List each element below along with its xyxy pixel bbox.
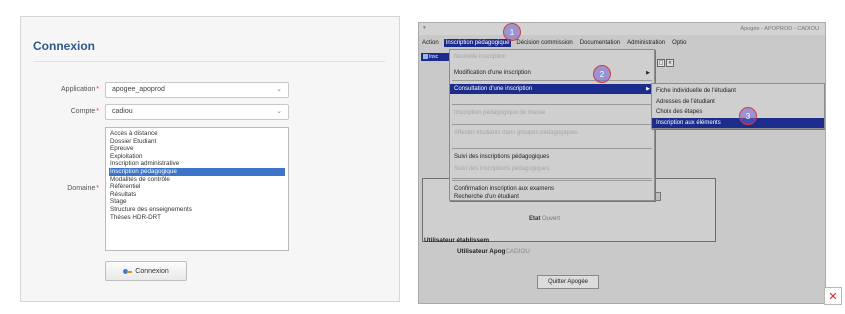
key-icon — [123, 268, 133, 275]
dropdown-item-label: Inscription pédagogique de masse — [454, 110, 546, 116]
close-button[interactable]: × — [666, 59, 674, 67]
etat-row: Etat Ouvert — [529, 216, 561, 222]
compte-select[interactable]: cadiou ⌄ — [105, 104, 289, 120]
consultation-submenu: Fiche individuelle de l'étudiant Adresses… — [651, 83, 825, 129]
menu-item[interactable]: Action — [420, 39, 441, 47]
domaine-option[interactable]: Résultats — [109, 191, 285, 199]
divider — [33, 61, 385, 62]
submenu-item[interactable]: Choix des étapes — [652, 107, 824, 117]
connexion-button-label: Connexion — [135, 267, 169, 275]
dropdown-item-label: Nouvelle inscription — [454, 54, 507, 60]
step-badge-1: 1 — [503, 23, 521, 41]
dropdown-item-label: Affecter étudiants dans groupes pédagogi… — [454, 130, 578, 136]
domaine-option[interactable]: Exploitation — [109, 153, 285, 161]
dropdown-item: Affecter étudiants dans groupes pédagogi… — [450, 128, 654, 138]
login-panel: Connexion Application* apogee_apoprod ⌄ … — [20, 16, 400, 302]
inscription-dropdown-menu: Nouvelle inscription Modification d'une i… — [449, 49, 655, 201]
dropdown-item-label: Suivi des inscriptions pédagogiques — [454, 166, 550, 172]
screenshot-root: Connexion Application* apogee_apoprod ⌄ … — [0, 0, 845, 314]
menu-separator — [452, 178, 652, 179]
domaine-option[interactable]: Accès à distance — [109, 130, 285, 138]
domaine-listbox[interactable]: Accès à distance Dossier Etudiant Epreuve E… — [105, 127, 289, 251]
login-title: Connexion — [33, 39, 95, 53]
utilisateur-etablissement-label: Utilisateur établissem — [424, 237, 490, 244]
submenu-arrow-icon: ▶ — [646, 86, 650, 92]
system-menu-icon[interactable]: ▾ — [423, 25, 426, 31]
compte-label: Compte* — [70, 108, 99, 115]
dropdown-item-label: Suivi des inscriptions pédagogiques — [454, 154, 550, 160]
apogee-window: ▾ Apogée - APOPROD - CADIOU Action Inscri… — [418, 22, 826, 304]
submenu-item[interactable]: Adresses de l'étudiant — [652, 97, 824, 107]
quit-apogee-button[interactable]: Quitter Apogée — [537, 275, 599, 289]
application-select-value: apogee_apoprod — [112, 86, 165, 93]
submenu-arrow-icon: ▶ — [646, 70, 650, 76]
chevron-down-icon: ⌄ — [276, 86, 282, 93]
close-icon[interactable]: ✕ — [824, 287, 842, 305]
menu-separator — [452, 124, 652, 125]
menu-separator — [452, 104, 652, 105]
dropdown-item: Suivi des inscriptions pédagogiques — [450, 164, 654, 174]
chevron-down-icon: ⌄ — [276, 108, 282, 115]
dropdown-item[interactable]: Suivi des inscriptions pédagogiques — [450, 152, 654, 162]
menu-item[interactable]: Optio — [670, 39, 688, 47]
dropdown-item: Nouvelle inscription — [450, 52, 654, 62]
utilisateur-apogee-row: Utilisateur ApogCADIOU — [457, 248, 530, 255]
domaine-option[interactable]: Modalités de contrôle — [109, 176, 285, 184]
menu-item[interactable]: Documentation — [578, 39, 622, 47]
dropdown-item[interactable]: Modification d'une inscription ▶ — [450, 68, 654, 78]
domaine-option[interactable]: Epreuve — [109, 145, 285, 153]
application-label: Application* — [61, 86, 99, 93]
menu-item[interactable]: Décision commission — [514, 39, 574, 47]
domaine-option[interactable]: Référentiel — [109, 183, 285, 191]
domaine-label: Domaine* — [67, 185, 99, 192]
domaine-option[interactable]: Thèses HDR-DRT — [109, 214, 285, 222]
maximize-button[interactable]: □ — [657, 59, 665, 67]
application-select[interactable]: apogee_apoprod ⌄ — [105, 82, 289, 98]
domaine-option[interactable]: Structure des enseignements — [109, 206, 285, 214]
menu-item[interactable]: Inscription pédagogique — [443, 39, 512, 47]
menu-separator — [452, 80, 652, 81]
connexion-button[interactable]: Connexion — [105, 261, 187, 281]
dropdown-item-label: Modification d'une inscription — [454, 70, 531, 76]
menu-item[interactable]: Administration — [625, 39, 667, 47]
domaine-option[interactable]: Inscription administrative — [109, 160, 285, 168]
dropdown-item[interactable]: Consultation d'une inscription ▶ — [450, 84, 654, 94]
title-bar: ▾ Apogée - APOPROD - CADIOU — [419, 23, 825, 35]
dropdown-item[interactable]: Recherche d'un étudiant — [450, 192, 654, 202]
submenu-item[interactable]: Fiche individuelle de l'étudiant — [652, 86, 824, 96]
dropdown-item: Inscription pédagogique de masse — [450, 108, 654, 118]
domaine-option[interactable]: Dossier Etudiant — [109, 138, 285, 146]
domaine-option[interactable]: Stage — [109, 198, 285, 206]
compte-select-value: cadiou — [112, 108, 133, 115]
dropdown-item-label: Consultation d'une inscription — [454, 86, 533, 92]
submenu-item[interactable]: Inscription aux éléments — [652, 117, 824, 128]
dropdown-item-label: Recherche d'un étudiant — [454, 194, 519, 200]
step-badge-2: 2 — [593, 65, 611, 83]
menu-bar: Action Inscription pédagogique Décision co… — [419, 37, 825, 49]
window-title: Apogée - APOPROD - CADIOU — [740, 26, 819, 32]
domaine-option[interactable]: Inscription pédagogique — [109, 167, 285, 176]
menu-separator — [452, 180, 652, 181]
step-badge-3: 3 — [739, 107, 757, 125]
menu-separator — [452, 148, 652, 149]
